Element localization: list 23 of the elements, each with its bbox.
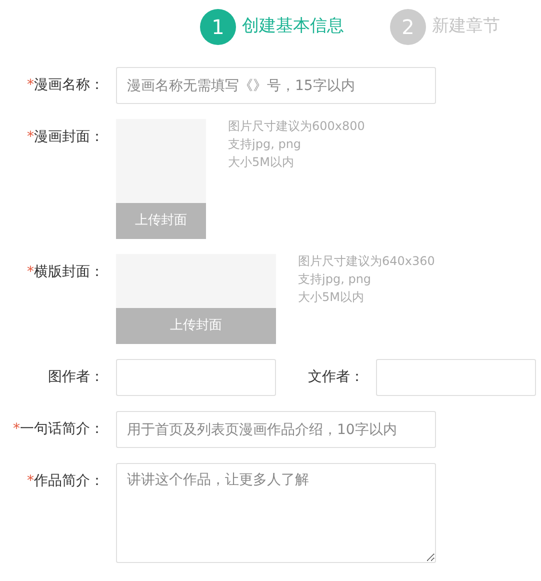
field-label: *漫画名称： [27,76,104,95]
step-title: 新建章节 [432,15,500,38]
text-input-field[interactable] [376,359,536,396]
field-label: 文作者： [308,368,364,387]
hint-text: 支持jpg, png [298,271,372,288]
field-label: *横版封面： [27,263,104,282]
upload-button[interactable]: 上传封面 [116,203,206,239]
hint-text: 支持jpg, png [228,136,302,153]
text-input-field[interactable]: 用于首页及列表页漫画作品介绍，10字以内 [116,411,436,448]
step-number: 1 [200,9,236,45]
hint-text: 图片尺寸建议为600x800 [228,118,365,135]
text-input-field[interactable]: 漫画名称无需填写《》号，15字以内 [116,67,436,104]
text-input-field[interactable] [116,359,276,396]
hint-text: 大小5M以内 [228,154,295,171]
field-label: 图作者： [48,368,104,387]
upload-button[interactable]: 上传封面 [116,308,276,344]
step-title: 创建基本信息 [242,15,344,38]
hint-text: 大小5M以内 [298,289,365,306]
field-label: *漫画封面： [27,128,104,147]
textarea-field[interactable]: 讲讲这个作品，让更多人了解 [116,463,436,563]
field-label: *一句话简介： [13,420,104,439]
hint-text: 图片尺寸建议为640x360 [298,253,435,270]
field-label: *作品简介： [27,472,104,491]
